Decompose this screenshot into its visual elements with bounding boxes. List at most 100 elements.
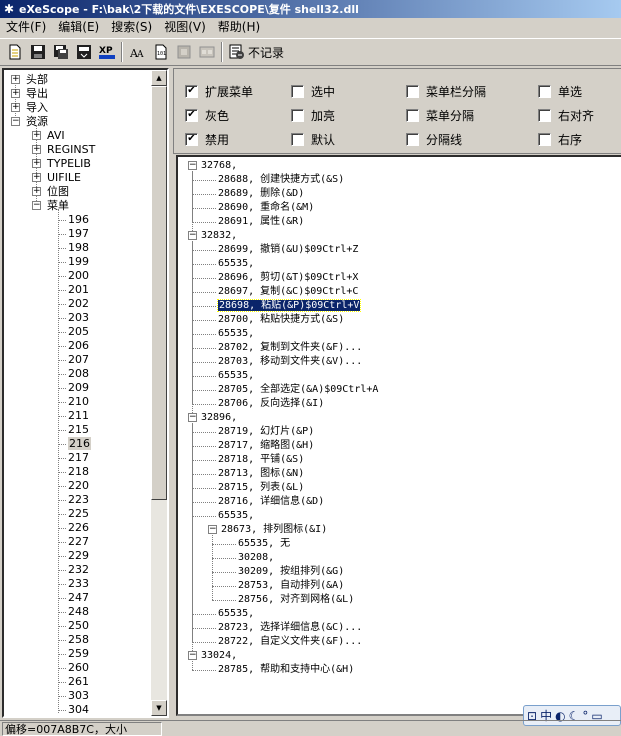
menu-id-item[interactable]: 208 [68, 367, 89, 381]
tree-item[interactable]: TYPELIB [47, 157, 91, 171]
expand-box[interactable]: + [11, 103, 20, 112]
menu-view[interactable]: 视图(V) [158, 18, 212, 37]
menu-id-item[interactable]: 232 [68, 563, 89, 577]
checkbox[interactable] [291, 108, 304, 122]
menu-tree-item[interactable]: 28718, 平铺(&S) [218, 453, 304, 467]
menu-tree-item[interactable]: 28690, 重命名(&M) [218, 201, 314, 215]
menu-tree-item[interactable]: 32832, [201, 229, 237, 243]
scroll-down-button[interactable]: ▼ [151, 700, 167, 716]
menu-tree-item[interactable]: 28705, 全部选定(&A)$09Ctrl+A [218, 383, 378, 397]
menu-tree-item[interactable]: 28713, 图标(&N) [218, 467, 304, 481]
option-checkbox[interactable]: 右对齐 [538, 107, 594, 123]
scroll-thumb[interactable] [151, 86, 167, 500]
expand-box[interactable]: + [32, 131, 41, 140]
menu-search[interactable]: 搜索(S) [105, 18, 158, 37]
xp-style-icon[interactable]: XP [95, 41, 118, 63]
option-checkbox[interactable]: ✔ 扩展菜单 [185, 83, 253, 99]
scroll-up-button[interactable]: ▲ [151, 70, 167, 86]
tree-item[interactable]: REGINST [47, 143, 95, 157]
menu-id-item[interactable]: 203 [68, 311, 89, 325]
expand-box[interactable]: + [32, 173, 41, 182]
expand-box[interactable]: + [32, 145, 41, 154]
menu-tree-item[interactable]: 28673, 排列图标(&I) [221, 523, 327, 537]
menu-help[interactable]: 帮助(H) [212, 18, 266, 37]
menu-id-item[interactable]: 202 [68, 297, 89, 311]
menu-id-item[interactable]: 250 [68, 619, 89, 633]
tree-item[interactable]: 头部 [26, 73, 48, 87]
menu-edit[interactable]: 编辑(E) [52, 18, 105, 37]
menu-tree-item[interactable]: 32896, [201, 411, 237, 425]
menu-tree[interactable]: −32768, 28688, 创建快捷方式(&S) 28689, 删除(&D) 286… [176, 155, 621, 716]
menu-tree-item[interactable]: 28689, 删除(&D) [218, 187, 304, 201]
tree-item[interactable]: 导入 [26, 101, 48, 115]
menu-id-item[interactable]: 227 [68, 535, 89, 549]
option-checkbox[interactable]: ✔ 灰色 [185, 107, 229, 123]
menu-tree-item[interactable]: 28785, 帮助和支持中心(&H) [218, 663, 354, 677]
dump-icon[interactable] [72, 41, 95, 63]
expand-box[interactable]: − [188, 161, 197, 170]
font-icon[interactable]: AA [126, 41, 149, 63]
menu-tree-item[interactable]: 28703, 移动到文件夹(&V)... [218, 355, 362, 369]
expand-box[interactable]: − [208, 525, 217, 534]
tree-item[interactable]: 导出 [26, 87, 48, 101]
menu-id-item[interactable]: 248 [68, 605, 89, 619]
menu-tree-item[interactable]: 30209, 按组排列(&G) [238, 565, 344, 579]
option-checkbox[interactable]: 菜单栏分隔 [406, 83, 486, 99]
option-checkbox[interactable]: 加亮 [291, 107, 335, 123]
expand-box[interactable]: − [188, 651, 197, 660]
menu-id-item[interactable]: 210 [68, 395, 89, 409]
menu-tree-item[interactable]: 28717, 缩略图(&H) [218, 439, 314, 453]
expand-box[interactable]: − [32, 201, 41, 210]
menu-id-item[interactable]: 229 [68, 549, 89, 563]
option-checkbox[interactable]: 选中 [291, 83, 335, 99]
option-checkbox[interactable]: 默认 [291, 131, 335, 147]
menu-tree-item[interactable]: 28715, 列表(&L) [218, 481, 304, 495]
option-checkbox[interactable]: 单选 [538, 83, 582, 99]
menu-id-item[interactable]: 207 [68, 353, 89, 367]
expand-box[interactable]: + [32, 187, 41, 196]
checkbox[interactable]: ✔ [185, 84, 198, 98]
menu-tree-item[interactable]: 65535, [218, 257, 254, 271]
expand-box[interactable]: + [32, 159, 41, 168]
menu-id-item[interactable]: 247 [68, 591, 89, 605]
menu-tree-item[interactable]: 28756, 对齐到网格(&L) [238, 593, 354, 607]
expand-box[interactable]: − [188, 413, 197, 422]
checkbox[interactable] [406, 84, 419, 98]
menu-tree-item[interactable]: 28722, 自定义文件夹(&F)... [218, 635, 362, 649]
menu-tree-item[interactable]: 28697, 复制(&C)$09Ctrl+C [218, 285, 358, 299]
tree-item[interactable]: UIFILE [47, 171, 81, 185]
menu-id-item[interactable]: 223 [68, 493, 89, 507]
menu-tree-item[interactable]: 28702, 复制到文件夹(&F)... [218, 341, 362, 355]
no-record-button[interactable]: 不记录 [226, 41, 287, 63]
menu-id-item[interactable]: 261 [68, 675, 89, 689]
menu-tree-item[interactable]: 33024, [201, 649, 237, 663]
menu-tree-item[interactable]: 65535, [218, 327, 254, 341]
save-icon[interactable] [26, 41, 49, 63]
checkbox[interactable] [406, 108, 419, 122]
menu-tree-item[interactable]: 28699, 撤销(&U)$09Ctrl+Z [218, 243, 358, 257]
menu-tree-item[interactable]: 28700, 粘贴快捷方式(&S) [218, 313, 344, 327]
disabled-dialog-icon[interactable] [195, 41, 218, 63]
menu-tree-item[interactable]: 28688, 创建快捷方式(&S) [218, 173, 344, 187]
checkbox[interactable]: ✔ [185, 132, 198, 146]
menu-id-item[interactable]: 304 [68, 703, 89, 716]
checkbox[interactable] [291, 84, 304, 98]
expand-box[interactable]: + [11, 89, 20, 98]
menu-id-item[interactable]: 259 [68, 647, 89, 661]
menu-tree-item[interactable]: 28691, 属性(&R) [218, 215, 304, 229]
menu-id-item[interactable]: 215 [68, 423, 89, 437]
menu-id-item[interactable]: 225 [68, 507, 89, 521]
menu-id-item[interactable]: 220 [68, 479, 89, 493]
menu-tree-item[interactable]: 32768, [201, 159, 237, 173]
menu-tree-item[interactable]: 28696, 剪切(&T)$09Ctrl+X [218, 271, 358, 285]
checkbox[interactable] [538, 84, 551, 98]
menu-id-item[interactable]: 218 [68, 465, 89, 479]
resource-tree[interactable]: + 头部 + 导出 + 导入 − 资源 + AVI + REGINST + TYPELIB + UIFILE +… [4, 70, 153, 716]
expand-box[interactable]: − [11, 117, 20, 126]
menu-tree-item[interactable]: 65535, [218, 607, 254, 621]
menu-tree-item[interactable]: 28706, 反向选择(&I) [218, 397, 324, 411]
menu-id-item[interactable]: 197 [68, 227, 89, 241]
menu-id-item[interactable]: 201 [68, 283, 89, 297]
menu-id-item[interactable]: 260 [68, 661, 89, 675]
menu-id-item[interactable]: 198 [68, 241, 89, 255]
